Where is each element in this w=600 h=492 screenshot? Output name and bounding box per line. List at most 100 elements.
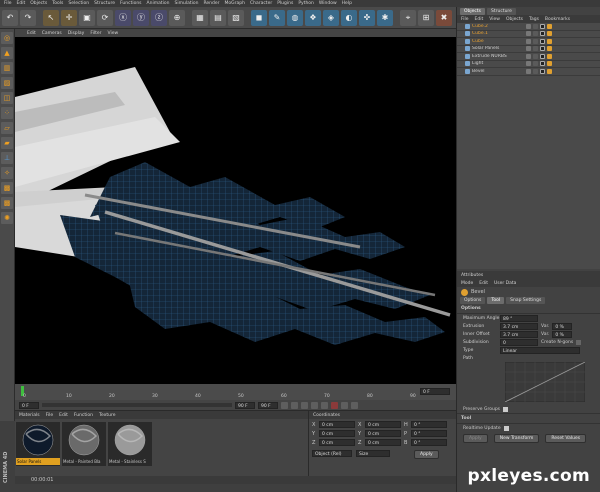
enabled-check-icon[interactable] [533,68,538,74]
paint-icon[interactable]: ✺ [1,212,13,224]
texture-mode-icon[interactable]: ▨ [1,77,13,89]
visibility-dots-icon[interactable] [526,53,531,59]
enabled-check-icon[interactable] [533,61,538,67]
coord-value-field[interactable]: 0 cm [365,430,401,437]
material-tag-icon[interactable] [540,38,545,44]
object-row[interactable]: Extrude NURBS [457,53,600,61]
new-transform-button[interactable]: New Transform [493,434,540,443]
model-mode-icon[interactable]: ▲ [1,47,13,59]
visibility-dots-icon[interactable] [526,68,531,74]
menu-render[interactable]: Render [203,1,219,6]
render-settings-icon[interactable]: ▧ [228,9,244,26]
coord-value-field[interactable]: 0 cm [365,421,401,428]
checker-icon[interactable]: ▩ [1,197,13,209]
coord-mode-select[interactable]: Object (Rel) [312,450,352,457]
attr-menu-edit[interactable]: Edit [479,281,488,286]
attr-value-field[interactable]: 3.7 cm [500,330,538,338]
menu-character[interactable]: Character [250,1,272,6]
object-menu-objects[interactable]: Objects [506,17,523,22]
camera-icon[interactable]: ✜ [359,9,375,26]
menu-help[interactable]: Help [342,1,352,6]
object-row[interactable]: Bevel [457,68,600,76]
enabled-check-icon[interactable] [533,23,538,29]
stop-icon[interactable]: ✖ [436,9,452,26]
y-axis-icon[interactable]: ⓨ [133,9,149,26]
material-tag-icon[interactable] [540,68,545,74]
goto-end-icon[interactable] [321,401,328,409]
undo-icon[interactable]: ↶ [2,9,18,26]
attr-value-field[interactable]: 0 [500,338,538,346]
visibility-dots-icon[interactable] [526,61,531,67]
cube-object-icon[interactable]: ◼ [251,9,267,26]
materials-menu-edit[interactable]: Edit [59,413,68,418]
menu-plugins[interactable]: Plugins [277,1,293,6]
menu-functions[interactable]: Functions [120,1,142,6]
nurbs-icon[interactable]: ◍ [287,9,303,26]
attr-extra-field[interactable]: 0 % [552,330,573,338]
keyframe-icon[interactable] [341,401,348,409]
move-icon[interactable]: ✛ [61,9,77,26]
material-swatch[interactable]: Metal - Stainless S [108,422,152,466]
menu-python[interactable]: Python [298,1,314,6]
visibility-dots-icon[interactable] [526,46,531,52]
menu-selection[interactable]: Selection [68,1,89,6]
make-editable-icon[interactable]: ◎ [1,32,13,44]
attr-extra-field[interactable]: 0 % [552,322,573,330]
z-axis-icon[interactable]: ⓩ [151,9,167,26]
viewport-menu-edit[interactable]: Edit [27,31,36,36]
material-tag-icon[interactable] [540,31,545,37]
points-mode-icon[interactable]: ⁘ [1,107,13,119]
coord-value-field[interactable]: 0 cm [319,421,355,428]
start-frame-field[interactable]: 0 F [19,401,39,409]
texture-tag-icon[interactable] [547,53,552,59]
enabled-check-icon[interactable] [533,46,538,52]
texture-tag-icon[interactable] [547,38,552,44]
snap-icon[interactable]: ⌖ [400,9,416,26]
texture-tag-icon[interactable] [547,31,552,37]
texture-tag-icon[interactable] [547,61,552,67]
path-curve-graph[interactable] [505,362,585,402]
material-tag-icon[interactable] [540,53,545,59]
menu-objects[interactable]: Objects [30,1,47,6]
edges-mode-icon[interactable]: ▱ [1,122,13,134]
enabled-check-icon[interactable] [533,31,538,37]
texture-tag-icon[interactable] [547,46,552,52]
size-mode-select[interactable]: Size [356,450,390,457]
visibility-dots-icon[interactable] [526,31,531,37]
coord-value-field[interactable]: 0 cm [319,430,355,437]
deformer-icon[interactable]: ◈ [323,9,339,26]
object-menu-view[interactable]: View [489,17,500,22]
pen-spline-icon[interactable]: ✎ [269,9,285,26]
current-frame-field[interactable]: 0 F [420,388,450,395]
checker-icon[interactable]: ▩ [1,182,13,194]
array-icon[interactable]: ❖ [305,9,321,26]
next-frame-icon[interactable] [311,401,318,409]
object-row[interactable]: Cube.1 [457,31,600,38]
material-tag-icon[interactable] [540,46,545,52]
max-frame-field[interactable]: 90 F [235,401,255,409]
coord-value-field[interactable]: 0 ° [411,421,447,428]
axis-mode-icon[interactable]: ⊥ [1,152,13,164]
menu-tools[interactable]: Tools [52,1,63,6]
live-selection-icon[interactable]: ↖ [43,9,59,26]
object-row[interactable]: Cube.2 [457,23,600,31]
materials-menu-texture[interactable]: Texture [99,413,115,418]
end-frame-field[interactable]: 90 F [258,401,278,409]
apply-button[interactable]: Apply [414,450,439,459]
attr-menu-user-data[interactable]: User Data [494,281,516,286]
create-ngons-checkbox[interactable] [576,339,582,345]
goto-start-icon[interactable] [281,401,288,409]
texture-tag-icon[interactable] [547,68,552,74]
texture-tag-icon[interactable] [547,23,552,29]
coord-value-field[interactable]: 0 cm [319,439,355,446]
material-tag-icon[interactable] [540,23,545,29]
viewport-menu-view[interactable]: View [107,31,118,36]
scale-icon[interactable]: ▣ [79,9,95,26]
material-swatch[interactable]: Solar Panels [16,422,60,466]
tab-structure[interactable]: Structure [487,8,516,15]
object-menu-tags[interactable]: Tags [529,17,539,22]
prev-frame-icon[interactable] [291,401,298,409]
render-picture-icon[interactable]: ▤ [210,9,226,26]
object-menu-bookmarks[interactable]: Bookmarks [545,17,570,22]
attr-value-field[interactable]: 89 ° [500,314,538,322]
